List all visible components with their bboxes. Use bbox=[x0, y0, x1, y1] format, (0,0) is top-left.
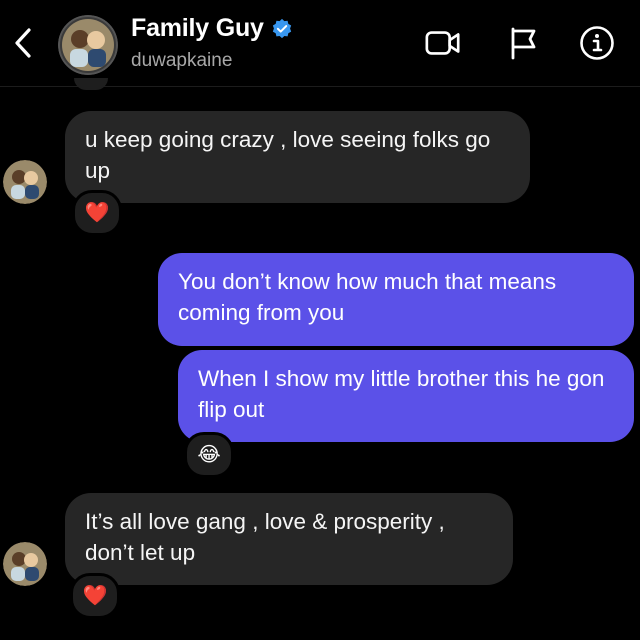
back-chevron-icon bbox=[15, 28, 31, 58]
laughing-reaction-icon: 😂 bbox=[197, 444, 221, 466]
report-button[interactable] bbox=[504, 24, 542, 62]
avatar-image bbox=[3, 160, 47, 204]
chat-title: Family Guy bbox=[131, 14, 264, 42]
heart-reaction-icon: ❤️ bbox=[84, 202, 110, 224]
sender-avatar[interactable] bbox=[3, 542, 47, 586]
video-call-button[interactable] bbox=[424, 24, 462, 62]
chat-header: Family Guy duwapkaine bbox=[0, 0, 640, 87]
received-message-bubble[interactable]: It’s all love gang , love & prosperity ,… bbox=[65, 493, 513, 585]
sent-message-bubble[interactable]: When I show my little brother this he go… bbox=[178, 350, 634, 442]
verified-badge-icon bbox=[272, 18, 291, 38]
flag-icon bbox=[511, 27, 536, 60]
title-row: Family Guy bbox=[131, 14, 293, 43]
back-button[interactable] bbox=[8, 26, 38, 60]
avatar-image bbox=[3, 542, 47, 586]
message-reaction[interactable]: ❤️ bbox=[70, 573, 120, 619]
info-icon bbox=[580, 26, 614, 60]
info-button[interactable] bbox=[578, 24, 616, 62]
sender-avatar[interactable] bbox=[3, 160, 47, 204]
profile-avatar[interactable] bbox=[58, 15, 118, 75]
received-message-bubble[interactable]: u keep going crazy , love seeing folks g… bbox=[65, 111, 530, 203]
video-call-icon bbox=[425, 31, 460, 55]
sent-message-bubble[interactable]: You don’t know how much that means comin… bbox=[158, 253, 634, 346]
chat-username[interactable]: duwapkaine bbox=[131, 50, 232, 72]
message-reaction[interactable]: 😂 bbox=[184, 432, 234, 478]
message-reaction[interactable]: ❤️ bbox=[72, 190, 122, 236]
previous-reaction-peek bbox=[74, 78, 108, 90]
heart-reaction-icon: ❤️ bbox=[82, 585, 108, 607]
avatar-image bbox=[58, 15, 118, 75]
